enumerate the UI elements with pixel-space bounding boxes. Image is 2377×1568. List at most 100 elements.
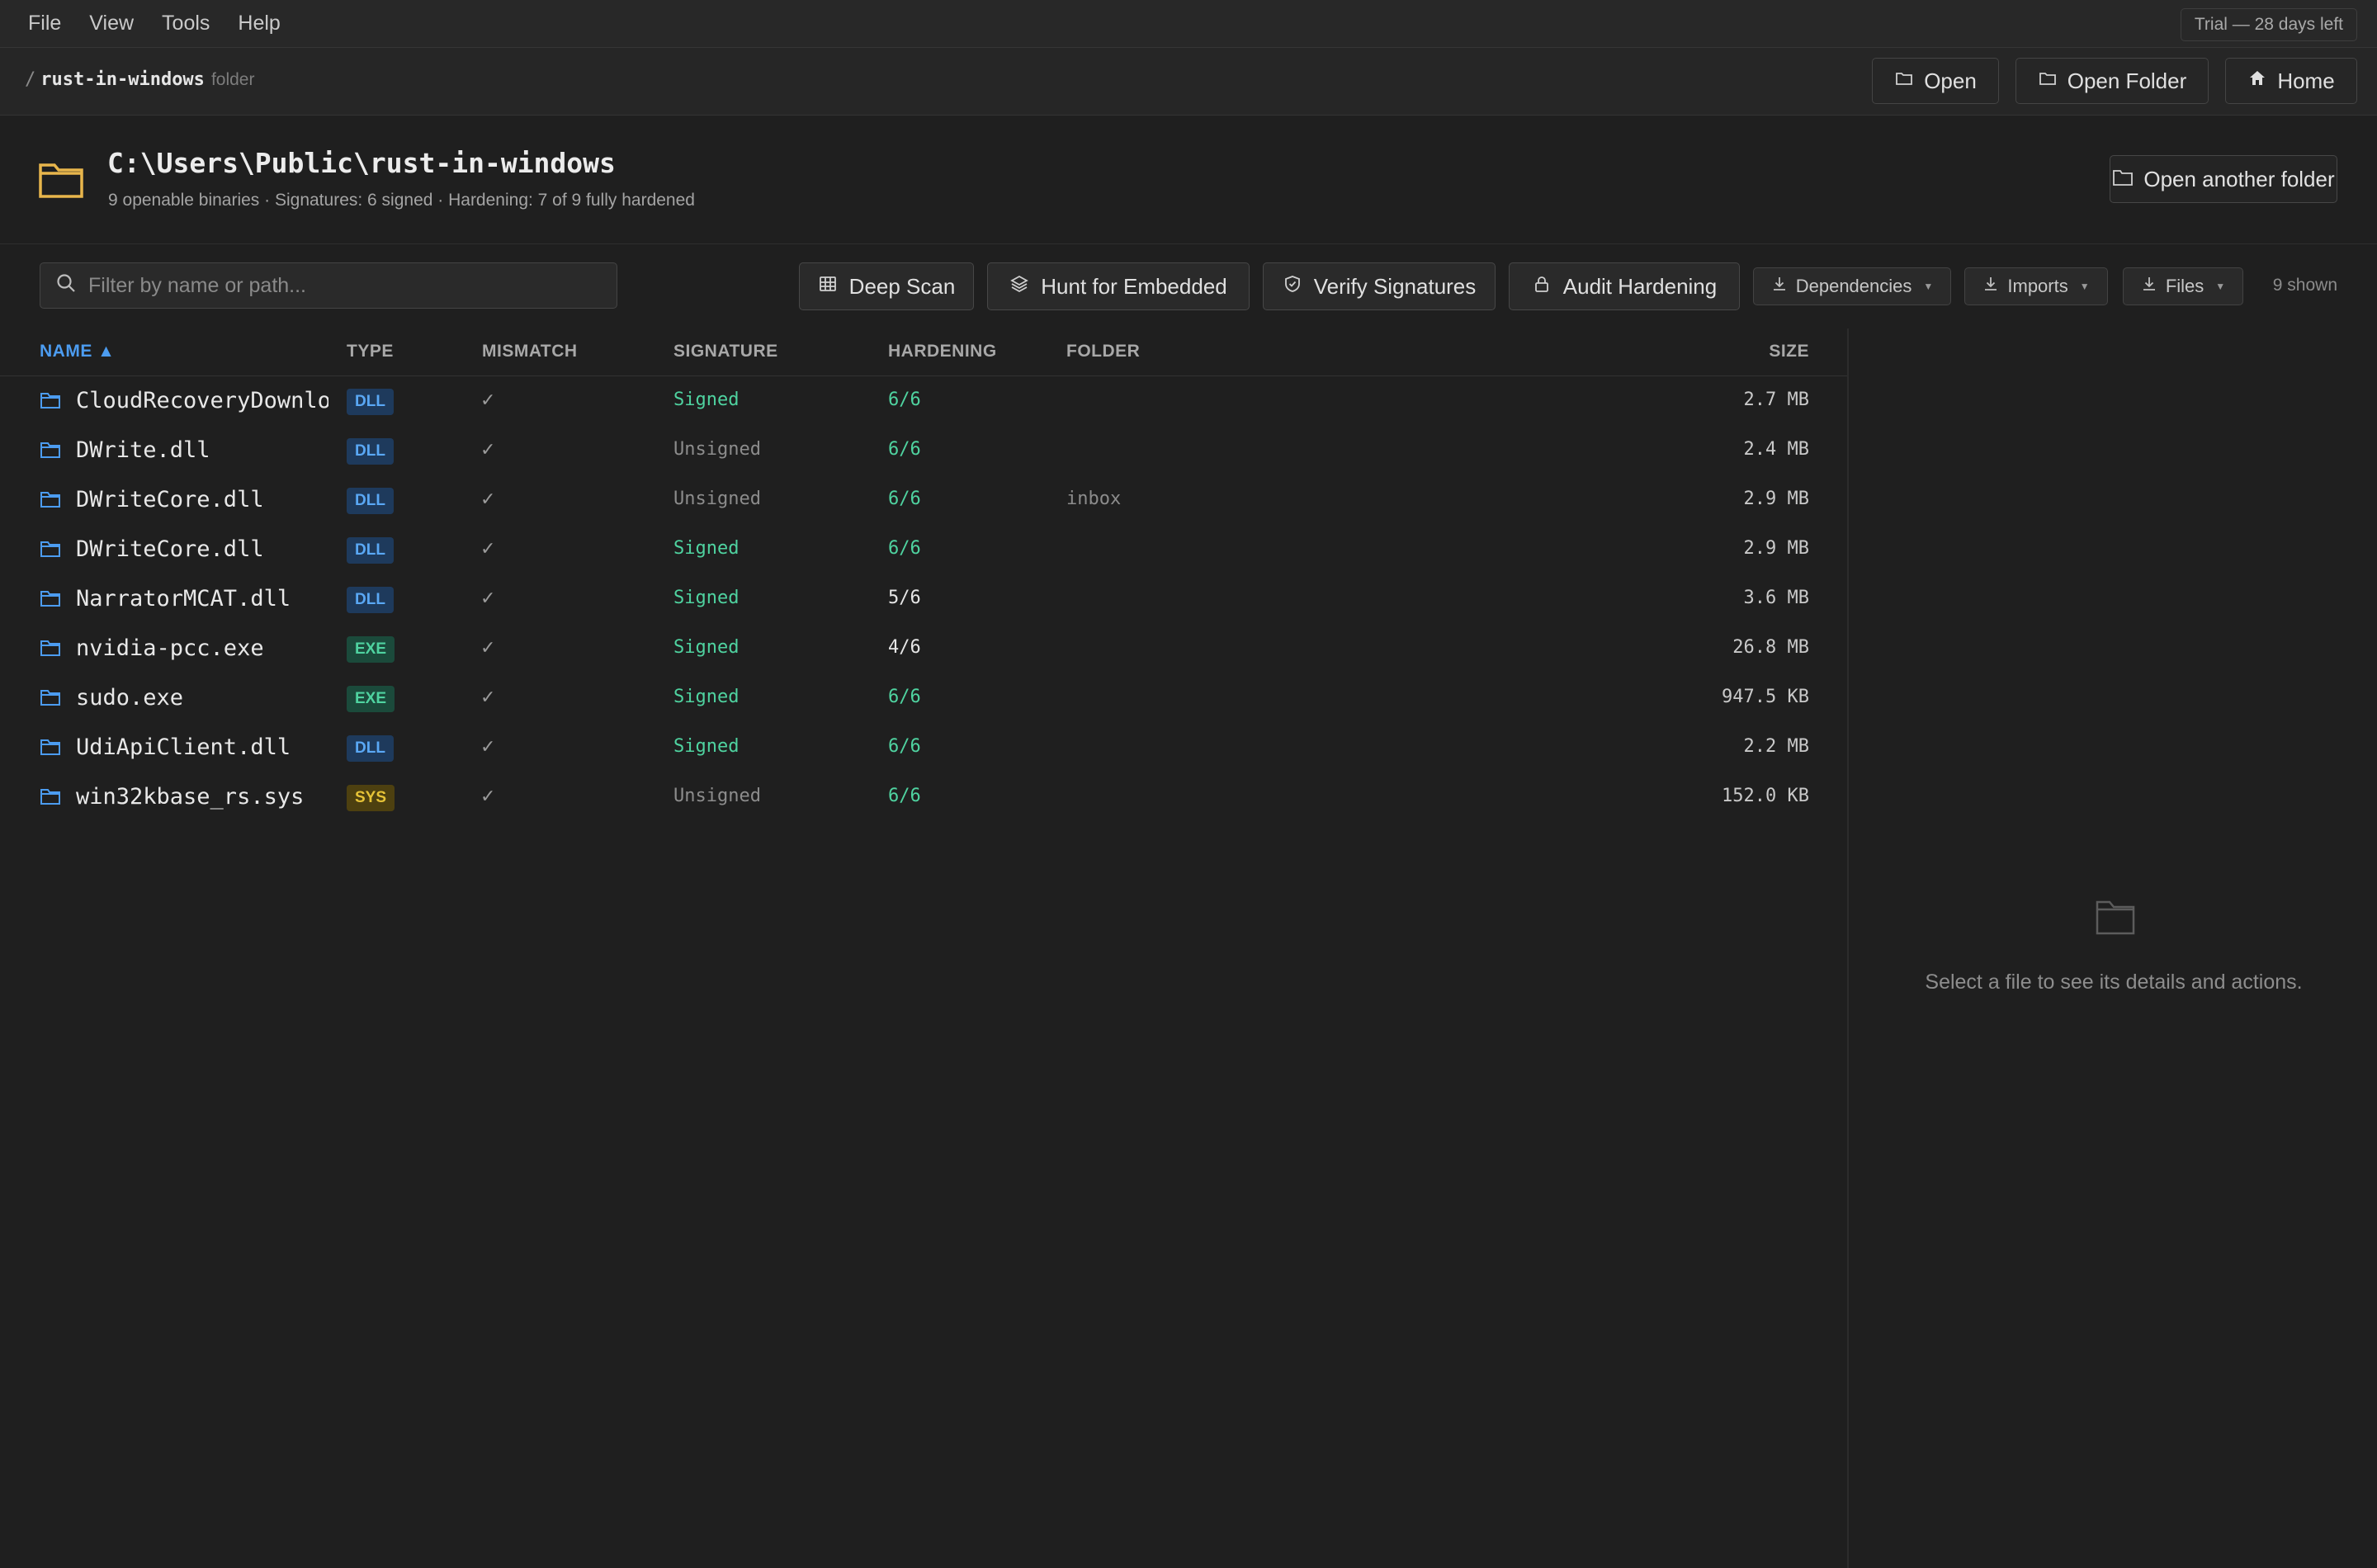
menu-help[interactable]: Help [238, 12, 280, 35]
lock-icon [1532, 274, 1552, 300]
file-size: 2.9 MB [1743, 489, 1809, 509]
file-size: 3.6 MB [1743, 588, 1809, 608]
file-size: 2.7 MB [1743, 390, 1809, 410]
folder-summary: 9 openable binaries · Signatures: 6 sign… [108, 191, 695, 210]
verify-signatures-button[interactable]: Verify Signatures [1263, 262, 1496, 310]
deep-scan-button[interactable]: Deep Scan [799, 262, 974, 310]
breadcrumb: / rust-in-windows folder [25, 69, 254, 90]
download-icon [1771, 276, 1788, 297]
column-hardening-header[interactable]: HARDENING [888, 342, 997, 361]
table-row[interactable]: nvidia-pcc.exe EXE ✓ Signed 4/6 26.8 MB [0, 624, 1847, 673]
file-size: 947.5 KB [1722, 687, 1809, 707]
imports-dropdown[interactable]: Imports ▼ [1964, 267, 2108, 305]
column-type-header[interactable]: TYPE [347, 342, 394, 361]
shown-count: 9 shown [2272, 276, 2337, 295]
imports-label: Imports [2007, 276, 2068, 296]
folder-icon [40, 789, 60, 805]
file-name: DWriteCore.dll [76, 487, 264, 512]
table-icon [818, 274, 838, 300]
column-name-header[interactable]: NAME ▲ [40, 342, 115, 361]
file-name: nvidia-pcc.exe [76, 635, 264, 661]
signature-status: Signed [673, 687, 740, 707]
open-button[interactable]: Open [1872, 58, 1999, 104]
hunt-embedded-button[interactable]: Hunt for Embedded [987, 262, 1250, 310]
menu-view[interactable]: View [89, 12, 134, 35]
home-icon [2247, 68, 2267, 94]
mismatch-check: ✓ [480, 687, 496, 707]
folder-icon [40, 640, 60, 656]
mismatch-check: ✓ [480, 489, 496, 509]
home-button[interactable]: Home [2225, 58, 2357, 104]
column-folder-header[interactable]: FOLDER [1066, 342, 1140, 361]
signature-status: Unsigned [673, 439, 761, 460]
file-size: 26.8 MB [1732, 637, 1809, 658]
file-name: DWrite.dll [76, 437, 210, 463]
table-row[interactable]: NarratorMCAT.dll DLL ✓ Signed 5/6 3.6 MB [0, 574, 1847, 624]
file-name: sudo.exe [76, 685, 184, 711]
table-row[interactable]: DWriteCore.dll DLL ✓ Signed 6/6 2.9 MB [0, 525, 1847, 574]
table-row[interactable]: win32kbase_rs.sys SYS ✓ Unsigned 6/6 152.0 KB [0, 772, 1847, 822]
breadcrumb-separator: / [25, 69, 36, 90]
table-row[interactable]: sudo.exe EXE ✓ Signed 6/6 947.5 KB [0, 673, 1847, 723]
table-row[interactable]: CloudRecoveryDownloa DLL ✓ Signed 6/6 2.7 MB [0, 376, 1847, 426]
layers-icon [1009, 274, 1029, 300]
folder-icon [40, 690, 60, 706]
table-row[interactable]: DWriteCore.dll DLL ✓ Unsigned 6/6 inbox 2.9 MB [0, 475, 1847, 525]
open-another-folder-button[interactable]: Open another folder [2110, 155, 2337, 203]
hardening-score: 6/6 [888, 439, 921, 460]
file-type-badge: EXE [347, 686, 395, 712]
file-table: NAME ▲ TYPE MISMATCH SIGNATURE HARDENING… [0, 328, 1847, 822]
file-type-badge: SYS [347, 785, 395, 811]
folder-icon [40, 739, 60, 755]
file-size: 2.2 MB [1743, 736, 1809, 757]
folder-icon [2038, 68, 2058, 94]
file-size: 2.9 MB [1743, 538, 1809, 559]
subfolder: inbox [1066, 489, 1122, 509]
open-folder-button[interactable]: Open Folder [2015, 58, 2209, 104]
breadcrumb-current[interactable]: rust-in-windows [40, 69, 205, 90]
download-icon [2141, 276, 2157, 297]
table-row[interactable]: UdiApiClient.dll DLL ✓ Signed 6/6 2.2 MB [0, 723, 1847, 772]
audit-hardening-button[interactable]: Audit Hardening [1509, 262, 1740, 310]
signature-status: Signed [673, 637, 740, 658]
file-type-badge: DLL [347, 537, 394, 564]
shield-check-icon [1283, 274, 1302, 300]
menu-tools[interactable]: Tools [162, 12, 210, 35]
home-label: Home [2277, 68, 2335, 93]
dependencies-dropdown[interactable]: Dependencies ▼ [1753, 267, 1951, 305]
table-header: NAME ▲ TYPE MISMATCH SIGNATURE HARDENING… [0, 328, 1847, 376]
file-size: 152.0 KB [1722, 786, 1809, 806]
search-input[interactable] [88, 273, 584, 298]
open-label: Open [1924, 68, 1977, 93]
signature-status: Unsigned [673, 489, 761, 509]
folder-icon [39, 163, 83, 198]
hardening-score: 6/6 [888, 538, 921, 559]
column-size-header[interactable]: SIZE [1769, 342, 1809, 361]
breadcrumb-kind: folder [210, 70, 255, 89]
download-icon [1982, 276, 1999, 297]
file-name: UdiApiClient.dll [76, 734, 291, 760]
folder-icon [40, 492, 60, 508]
file-type-badge: EXE [347, 636, 395, 663]
folder-path: C:\Users\Public\rust-in-windows [107, 147, 616, 179]
table-row[interactable]: DWrite.dll DLL ✓ Unsigned 6/6 2.4 MB [0, 426, 1847, 475]
hardening-score: 6/6 [888, 786, 921, 806]
search-icon [40, 272, 77, 300]
mismatch-check: ✓ [480, 736, 496, 757]
hunt-embedded-label: Hunt for Embedded [1041, 273, 1227, 299]
column-mismatch-header[interactable]: MISMATCH [482, 342, 578, 361]
search-field[interactable] [40, 262, 617, 309]
table-body: CloudRecoveryDownloa DLL ✓ Signed 6/6 2.7 MB D… [0, 376, 1847, 822]
menu-file[interactable]: File [28, 12, 61, 35]
hardening-score: 4/6 [888, 637, 921, 658]
column-signature-header[interactable]: SIGNATURE [673, 342, 778, 361]
folder-icon [40, 591, 60, 607]
details-panel: Select a file to see its details and act… [1847, 328, 2377, 1568]
trial-badge[interactable]: Trial — 28 days left [2180, 8, 2357, 41]
file-type-badge: DLL [347, 587, 394, 613]
files-dropdown[interactable]: Files ▼ [2123, 267, 2243, 305]
mismatch-check: ✓ [480, 538, 496, 559]
signature-status: Signed [673, 538, 740, 559]
folder-icon [2096, 900, 2135, 935]
files-label: Files [2165, 276, 2205, 296]
